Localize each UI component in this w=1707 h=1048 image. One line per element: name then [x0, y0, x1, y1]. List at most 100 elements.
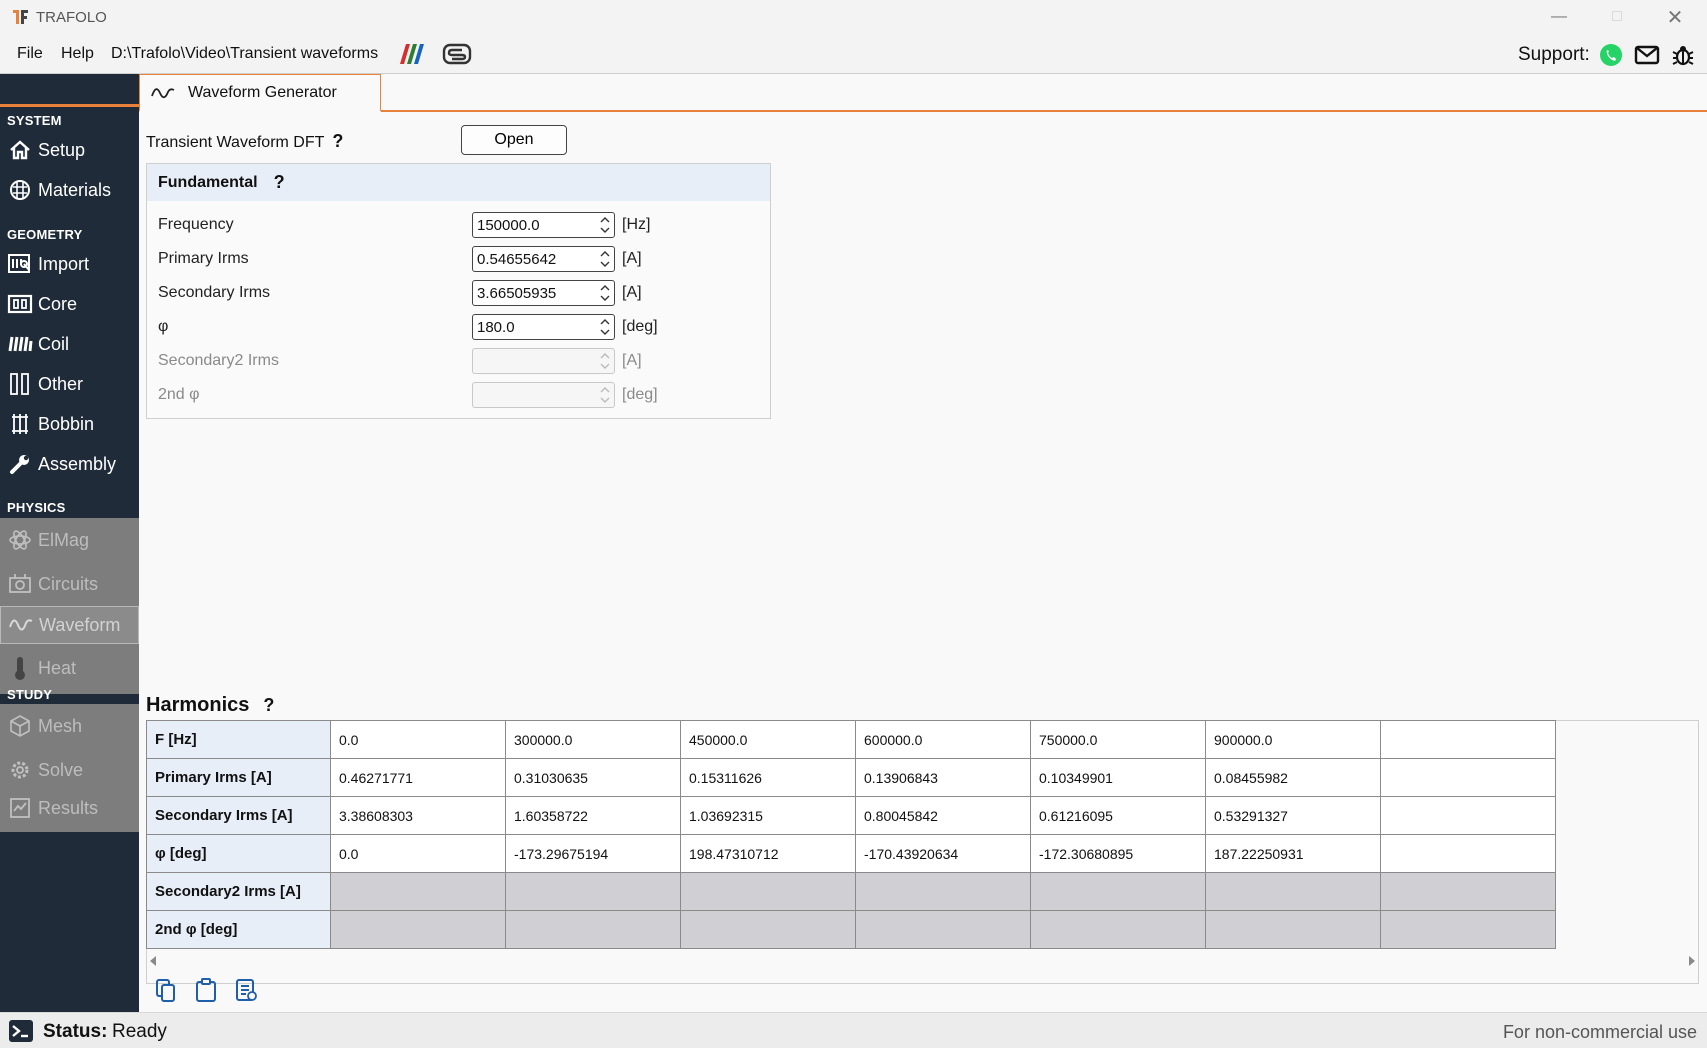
- spin-up-icon[interactable]: [599, 316, 611, 327]
- horizontal-scrollbar[interactable]: [146, 951, 1699, 971]
- sidebar-item-setup[interactable]: Setup: [0, 130, 139, 170]
- harmonics-table: F [Hz] 0.0 300000.0 450000.0 600000.0 750000.…: [146, 720, 1556, 949]
- table-cell[interactable]: 187.22250931: [1205, 834, 1381, 873]
- menu-file[interactable]: File: [17, 45, 43, 63]
- spin-down-icon[interactable]: [599, 327, 611, 338]
- table-cell[interactable]: 0.13906843: [855, 758, 1031, 797]
- frequency-label: Frequency: [158, 216, 234, 233]
- harmonics-help-icon[interactable]: ?: [263, 695, 274, 715]
- project-path: D:\Trafolo\Video\Transient waveforms: [111, 45, 379, 62]
- trafolo-logo-icon: [13, 10, 28, 24]
- phi-label: φ: [158, 318, 169, 335]
- sidebar-item-import[interactable]: Import: [0, 244, 139, 284]
- table-cell[interactable]: 0.61216095: [1030, 796, 1206, 835]
- frequency-spinbox[interactable]: 150000.0: [472, 212, 615, 238]
- table-cell[interactable]: -170.43920634: [855, 834, 1031, 873]
- sidebar-item-other[interactable]: Other: [0, 364, 139, 404]
- table-cell[interactable]: [1380, 796, 1556, 835]
- mesh-cube-icon: [6, 712, 34, 740]
- open-button[interactable]: Open: [461, 125, 567, 155]
- table-cell[interactable]: 450000.0: [680, 720, 856, 759]
- support-label: Support:: [1518, 44, 1590, 65]
- whatsapp-icon[interactable]: [1598, 42, 1624, 68]
- fundamental-help-icon[interactable]: ?: [274, 172, 285, 193]
- table-cell[interactable]: 0.08455982: [1205, 758, 1381, 797]
- table-cell[interactable]: 3.38608303: [330, 796, 506, 835]
- table-cell[interactable]: 0.0: [330, 834, 506, 873]
- minimize-button[interactable]: —: [1536, 4, 1582, 30]
- sidebar-item-label: Assembly: [38, 453, 117, 474]
- table-row: Secondary2 Irms [A]: [146, 872, 1556, 911]
- bug-icon[interactable]: [1670, 42, 1696, 68]
- maximize-button[interactable]: □: [1594, 4, 1640, 30]
- sidebar-item-materials[interactable]: Materials: [0, 170, 139, 210]
- row-header: Secondary Irms [A]: [146, 796, 331, 835]
- primary-irms-unit: [A]: [622, 250, 642, 267]
- sidebar-item-heat[interactable]: Heat: [0, 646, 139, 690]
- harmonics-heading: Harmonics?: [146, 694, 274, 717]
- sidebar-item-core[interactable]: Core: [0, 284, 139, 324]
- sidebar-item-results[interactable]: Results: [0, 788, 139, 828]
- table-cell[interactable]: 1.03692315: [680, 796, 856, 835]
- table-cell[interactable]: 0.31030635: [505, 758, 681, 797]
- paste-icon[interactable]: [194, 977, 218, 1003]
- sidebar-item-solve[interactable]: Solve: [0, 748, 139, 792]
- colorbars-logo-icon[interactable]: [398, 42, 428, 66]
- table-cell[interactable]: 0.53291327: [1205, 796, 1381, 835]
- sidebar-item-assembly[interactable]: Assembly: [0, 444, 139, 484]
- coil-icon: [6, 330, 34, 358]
- spin-down-icon[interactable]: [599, 293, 611, 304]
- circuit-icon: [6, 570, 34, 598]
- email-icon[interactable]: [1634, 42, 1660, 68]
- table-cell[interactable]: 0.80045842: [855, 796, 1031, 835]
- secondary-irms-spinbox[interactable]: 3.66505935: [472, 280, 615, 306]
- sidebar-item-mesh[interactable]: Mesh: [0, 704, 139, 748]
- wrench-icon: [6, 450, 34, 478]
- status-label: Status:: [43, 1021, 108, 1042]
- tab-label: Waveform Generator: [188, 83, 337, 101]
- dft-help-icon[interactable]: ?: [332, 131, 343, 151]
- table-cell[interactable]: -173.29675194: [505, 834, 681, 873]
- sidebar-item-coil[interactable]: Coil: [0, 324, 139, 364]
- sidebar-item-waveform[interactable]: Waveform: [0, 606, 139, 644]
- table-cell[interactable]: 0.0: [330, 720, 506, 759]
- close-window-button[interactable]: ✕: [1652, 4, 1698, 30]
- waveform-icon: [7, 611, 35, 639]
- atom-icon: [6, 526, 34, 554]
- table-cell[interactable]: -172.30680895: [1030, 834, 1206, 873]
- sidebar-item-elmag[interactable]: ElMag: [0, 518, 139, 562]
- sidebar-item-label: Coil: [38, 333, 70, 354]
- menu-help[interactable]: Help: [61, 45, 94, 63]
- table-cell[interactable]: 0.46271771: [330, 758, 506, 797]
- clear-table-icon[interactable]: [234, 977, 258, 1003]
- spin-up-icon[interactable]: [599, 214, 611, 225]
- spin-down-icon[interactable]: [599, 225, 611, 236]
- table-cell[interactable]: 1.60358722: [505, 796, 681, 835]
- table-cell[interactable]: [1380, 720, 1556, 759]
- copy-icon[interactable]: [154, 977, 178, 1003]
- tab-waveform-generator[interactable]: Waveform Generator: [139, 74, 381, 112]
- spin-up-icon[interactable]: [599, 282, 611, 293]
- s-logo-icon[interactable]: [442, 42, 472, 66]
- menu-bar: File Help D:\Trafolo\Video\Transient wav…: [0, 34, 1707, 74]
- table-cell[interactable]: 600000.0: [855, 720, 1031, 759]
- spin-up-icon[interactable]: [599, 248, 611, 259]
- table-cell[interactable]: [1380, 758, 1556, 797]
- table-cell[interactable]: 0.10349901: [1030, 758, 1206, 797]
- table-cell[interactable]: 750000.0: [1030, 720, 1206, 759]
- table-cell[interactable]: 300000.0: [505, 720, 681, 759]
- table-cell[interactable]: 198.47310712: [680, 834, 856, 873]
- fundamental-title: Fundamental: [158, 173, 258, 191]
- phi-spinbox[interactable]: 180.0: [472, 314, 615, 340]
- section-geometry: GEOMETRY: [7, 227, 83, 242]
- primary-irms-spinbox[interactable]: 0.54655642: [472, 246, 615, 272]
- title-bar: TRAFOLO — □ ✕: [0, 0, 1707, 34]
- table-cell[interactable]: [1380, 834, 1556, 873]
- spin-down-icon[interactable]: [599, 259, 611, 270]
- table-cell[interactable]: 0.15311626: [680, 758, 856, 797]
- scroll-left-icon[interactable]: [148, 955, 158, 967]
- sidebar-item-bobbin[interactable]: Bobbin: [0, 404, 139, 444]
- sidebar-item-circuits[interactable]: Circuits: [0, 562, 139, 606]
- scroll-right-icon[interactable]: [1687, 955, 1697, 967]
- table-cell[interactable]: 900000.0: [1205, 720, 1381, 759]
